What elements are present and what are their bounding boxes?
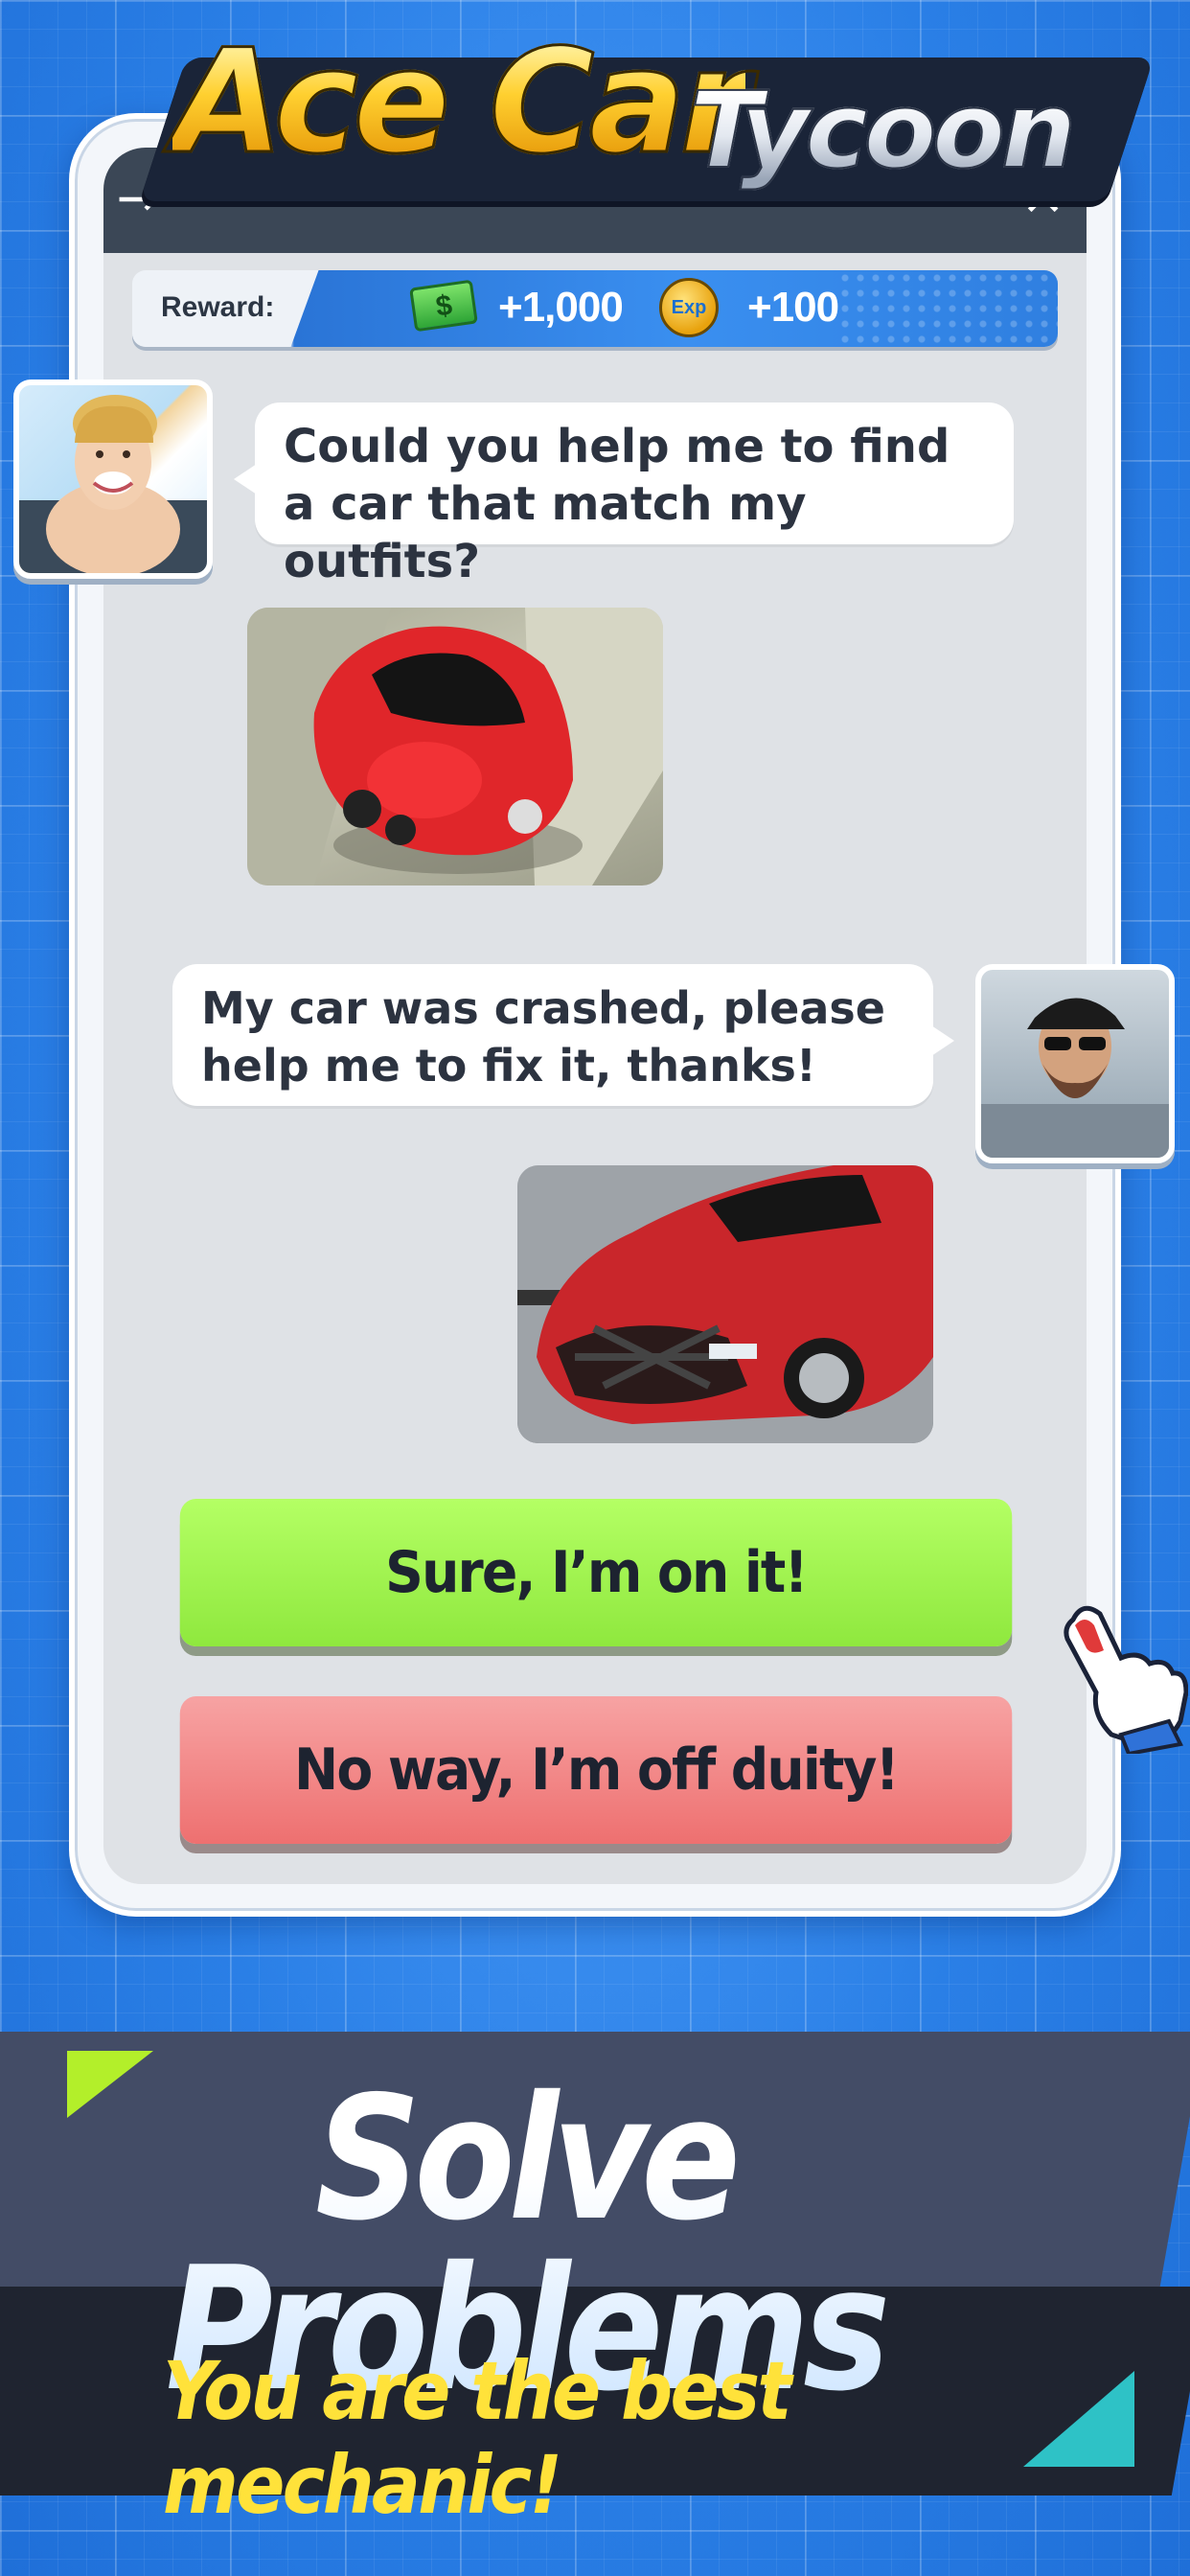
reward-dot-pattern <box>837 270 1058 347</box>
hand-pointer-icon <box>1054 1600 1189 1757</box>
cash-icon <box>409 279 478 333</box>
reward-exp-value: +100 <box>747 284 839 331</box>
car-image-crashed-mustang[interactable] <box>517 1165 933 1443</box>
reward-bar: Reward: +1,000 Exp +100 <box>132 270 1058 347</box>
chat-bubble-customer-1: Could you help me to find a car that mat… <box>234 402 1014 588</box>
reward-cash-value: +1,000 <box>498 284 624 331</box>
banner-accent-teal <box>1023 2371 1134 2467</box>
game-logo: Ace Car Tycoon <box>134 18 1155 225</box>
red-beetle-car <box>247 608 663 886</box>
promo-subline: You are the best mechanic! <box>163 2344 792 2532</box>
logo-word-tycoon: Tycoon <box>689 68 1077 193</box>
woman-portrait <box>19 395 207 573</box>
man-portrait <box>981 998 1169 1158</box>
accept-button[interactable]: Sure, I’m on it! <box>179 1499 1013 1646</box>
exp-badge-text: Exp <box>671 296 707 318</box>
crashed-red-mustang-car <box>517 1165 933 1443</box>
reward-label: Reward: <box>161 291 275 323</box>
chat-bubble-customer-2: My car was crashed, please help me to fi… <box>172 964 954 1106</box>
logo-word-ace-car: Ace Car <box>172 18 753 188</box>
avatar-man <box>975 964 1175 1163</box>
decline-button[interactable]: No way, I’m off duity! <box>179 1696 1013 1844</box>
exp-icon: Exp <box>659 278 719 337</box>
car-image-beetle[interactable] <box>247 608 663 886</box>
avatar-woman <box>13 380 213 579</box>
